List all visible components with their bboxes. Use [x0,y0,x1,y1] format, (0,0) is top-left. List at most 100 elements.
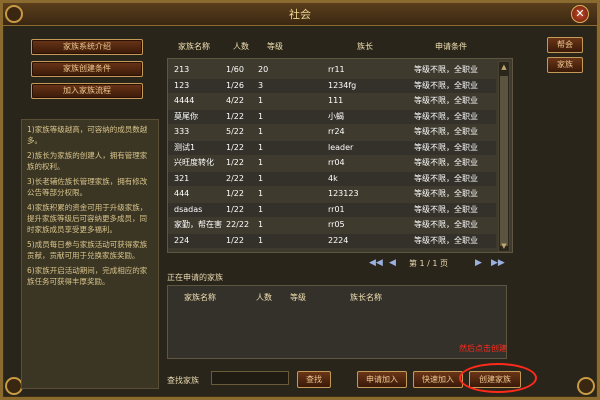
table-cell: 4k [328,173,338,183]
intro-button[interactable]: 家族系统介绍 [31,39,143,55]
table-cell: 224 [174,235,190,245]
info-paragraph: 5)成员每日参与家族活动可获得家族贡献，贡献可用于兑换家族奖励。 [27,240,148,260]
table-cell: 1/60 [226,65,244,74]
column-header: 人数 [233,42,249,51]
next-page-icon[interactable]: ▶ [475,258,482,268]
table-cell: 1/22 [226,235,244,245]
table-cell: 1/22 [226,111,244,121]
pager: ◀◀ ◀ 第 1 / 1 页 ▶ ▶▶ [369,258,509,270]
table-cell: 5/22 [226,127,244,136]
table-row[interactable]: 321 2/22 1 4k 等级不限，全职业 [168,171,496,186]
table-cell: 1 [258,189,264,198]
table-cell: 3 [258,80,264,90]
table-cell: 1 [258,127,264,136]
table-scrollbar[interactable]: ▲ ▼ [498,61,510,252]
table-cell: 等级不限，全职业 [414,111,478,121]
tab-society[interactable]: 帮会 [547,37,583,53]
table-cell: 莫尾你 [174,111,198,121]
info-text-box: 1)家族等级越高，可容纳的成员数越多。 2)族长为家族的创建人，拥有管理家族的权… [21,119,159,389]
table-cell: 1 [258,142,264,152]
quick-join-button[interactable]: 快速加入 [413,371,463,388]
table-cell: 等级不限，全职业 [414,127,478,136]
page-indicator: 第 1 / 1 页 [409,259,449,268]
prev-page-icon[interactable]: ◀ [389,258,396,268]
annotation-text: 然后点击创建 [459,344,507,353]
table-cell: 1 [258,111,264,121]
table-cell: 1 [258,96,264,105]
table-cell: 2224 [328,235,349,245]
search-input[interactable] [211,371,289,385]
last-page-icon[interactable]: ▶▶ [491,258,505,268]
table-cell: 1 [258,204,264,214]
table-cell: 20 [258,65,269,74]
table-cell: 等级不限，全职业 [414,96,478,105]
table-row[interactable]: 333 5/22 1 rr24 等级不限，全职业 [168,125,496,139]
table-cell: rr05 [328,220,345,229]
table-row[interactable]: 444 1/22 1 123123 等级不限，全职业 [168,187,496,201]
table-row[interactable]: 莫尾你 1/22 1 小蝎 等级不限，全职业 [168,109,496,124]
table-cell: 1 [258,235,264,245]
info-paragraph: 2)族长为家族的创建人，拥有管理家族的权利。 [27,151,148,171]
scroll-thumb[interactable] [500,76,508,246]
table-row[interactable]: 123 1/26 3 1234fg 等级不限，全职业 [168,78,496,93]
search-button[interactable]: 查找 [297,371,331,388]
table-cell: 1/26 [226,80,244,90]
table-cell: 321 [174,173,190,183]
table-cell: 4444 [174,96,195,105]
info-paragraph: 4)家族积累的资金可用于升级家族，提升家族等级后可容纳更多成员，同时家族成员享受… [27,203,148,234]
table-cell: 4/22 [226,96,244,105]
column-header: 等级 [267,42,283,51]
info-paragraph: 6)家族开启活动期间，完成相应的家族任务可获得丰厚奖励。 [27,266,148,286]
table-cell: 22/22 [226,220,250,229]
table-cell: 123123 [328,189,359,198]
applying-list: 家族名称 人数 等级 族长名称 [167,285,507,359]
info-paragraph: 3)长老辅佐族长管理家族，拥有修改公告等部分权限。 [27,177,148,197]
table-cell: 等级不限，全职业 [414,158,478,167]
applying-header: 家族名称 人数 等级 族长名称 [168,292,508,304]
table-row[interactable]: 家勤，帮在害 22/22 1 rr05 等级不限，全职业 [168,218,496,232]
corner-ornament-icon [5,5,23,23]
window-title: 社会 [289,8,311,21]
info-paragraph: 1)家族等级越高，可容纳的成员数越多。 [27,125,148,145]
table-cell: 等级不限，全职业 [414,204,478,214]
column-header: 族长名称 [350,293,382,302]
join-process-button[interactable]: 加入家族流程 [31,83,143,99]
table-cell: 333 [174,127,190,136]
applying-section-label: 正在申请的家族 [167,273,223,282]
column-header: 人数 [256,293,272,302]
table-cell: 123 [174,80,190,90]
table-cell: 等级不限，全职业 [414,80,478,90]
apply-join-button[interactable]: 申请加入 [357,371,407,388]
table-cell: 1/22 [226,204,244,214]
column-header: 族长 [357,42,373,51]
table-cell: 等级不限，全职业 [414,235,478,245]
table-row[interactable]: dsadas 1/22 1 rr01 等级不限，全职业 [168,202,496,217]
table-cell: 等级不限，全职业 [414,173,478,183]
table-row[interactable]: 4444 4/22 1 111 等级不限，全职业 [168,94,496,108]
table-row[interactable]: 兴旺度转化 1/22 1 rr04 等级不限，全职业 [168,156,496,170]
table-cell: 1 [258,220,264,229]
close-icon[interactable]: ✕ [571,5,589,23]
table-cell: rr11 [328,65,345,74]
table-cell: rr04 [328,158,345,167]
column-header: 等级 [290,293,306,302]
left-panel: 家族系统介绍 家族创建条件 加入家族流程 1)家族等级越高，可容纳的成员数越多。… [21,39,161,389]
title-bar[interactable]: 社会 ✕ [3,3,597,26]
table-cell: leader [328,142,354,152]
table-cell: 兴旺度转化 [174,158,214,167]
table-cell: 等级不限，全职业 [414,65,478,74]
table-cell: 1 [258,158,264,167]
conditions-button[interactable]: 家族创建条件 [31,61,143,77]
table-row[interactable]: 224 1/22 1 2224 等级不限，全职业 [168,233,496,248]
table-cell: 小蝎 [328,111,344,121]
table-cell: 111 [328,96,344,105]
table-row[interactable]: 213 1/60 20 rr11 等级不限，全职业 [168,63,496,77]
table-row[interactable]: 测试1 1/22 1 leader 等级不限，全职业 [168,140,496,155]
tab-family[interactable]: 家族 [547,57,583,73]
table-cell: 等级不限，全职业 [414,189,478,198]
scroll-up-icon[interactable]: ▲ [499,62,509,72]
table-cell: 213 [174,65,190,74]
table-cell: rr24 [328,127,345,136]
scroll-down-icon[interactable]: ▼ [499,241,509,251]
first-page-icon[interactable]: ◀◀ [369,258,383,268]
